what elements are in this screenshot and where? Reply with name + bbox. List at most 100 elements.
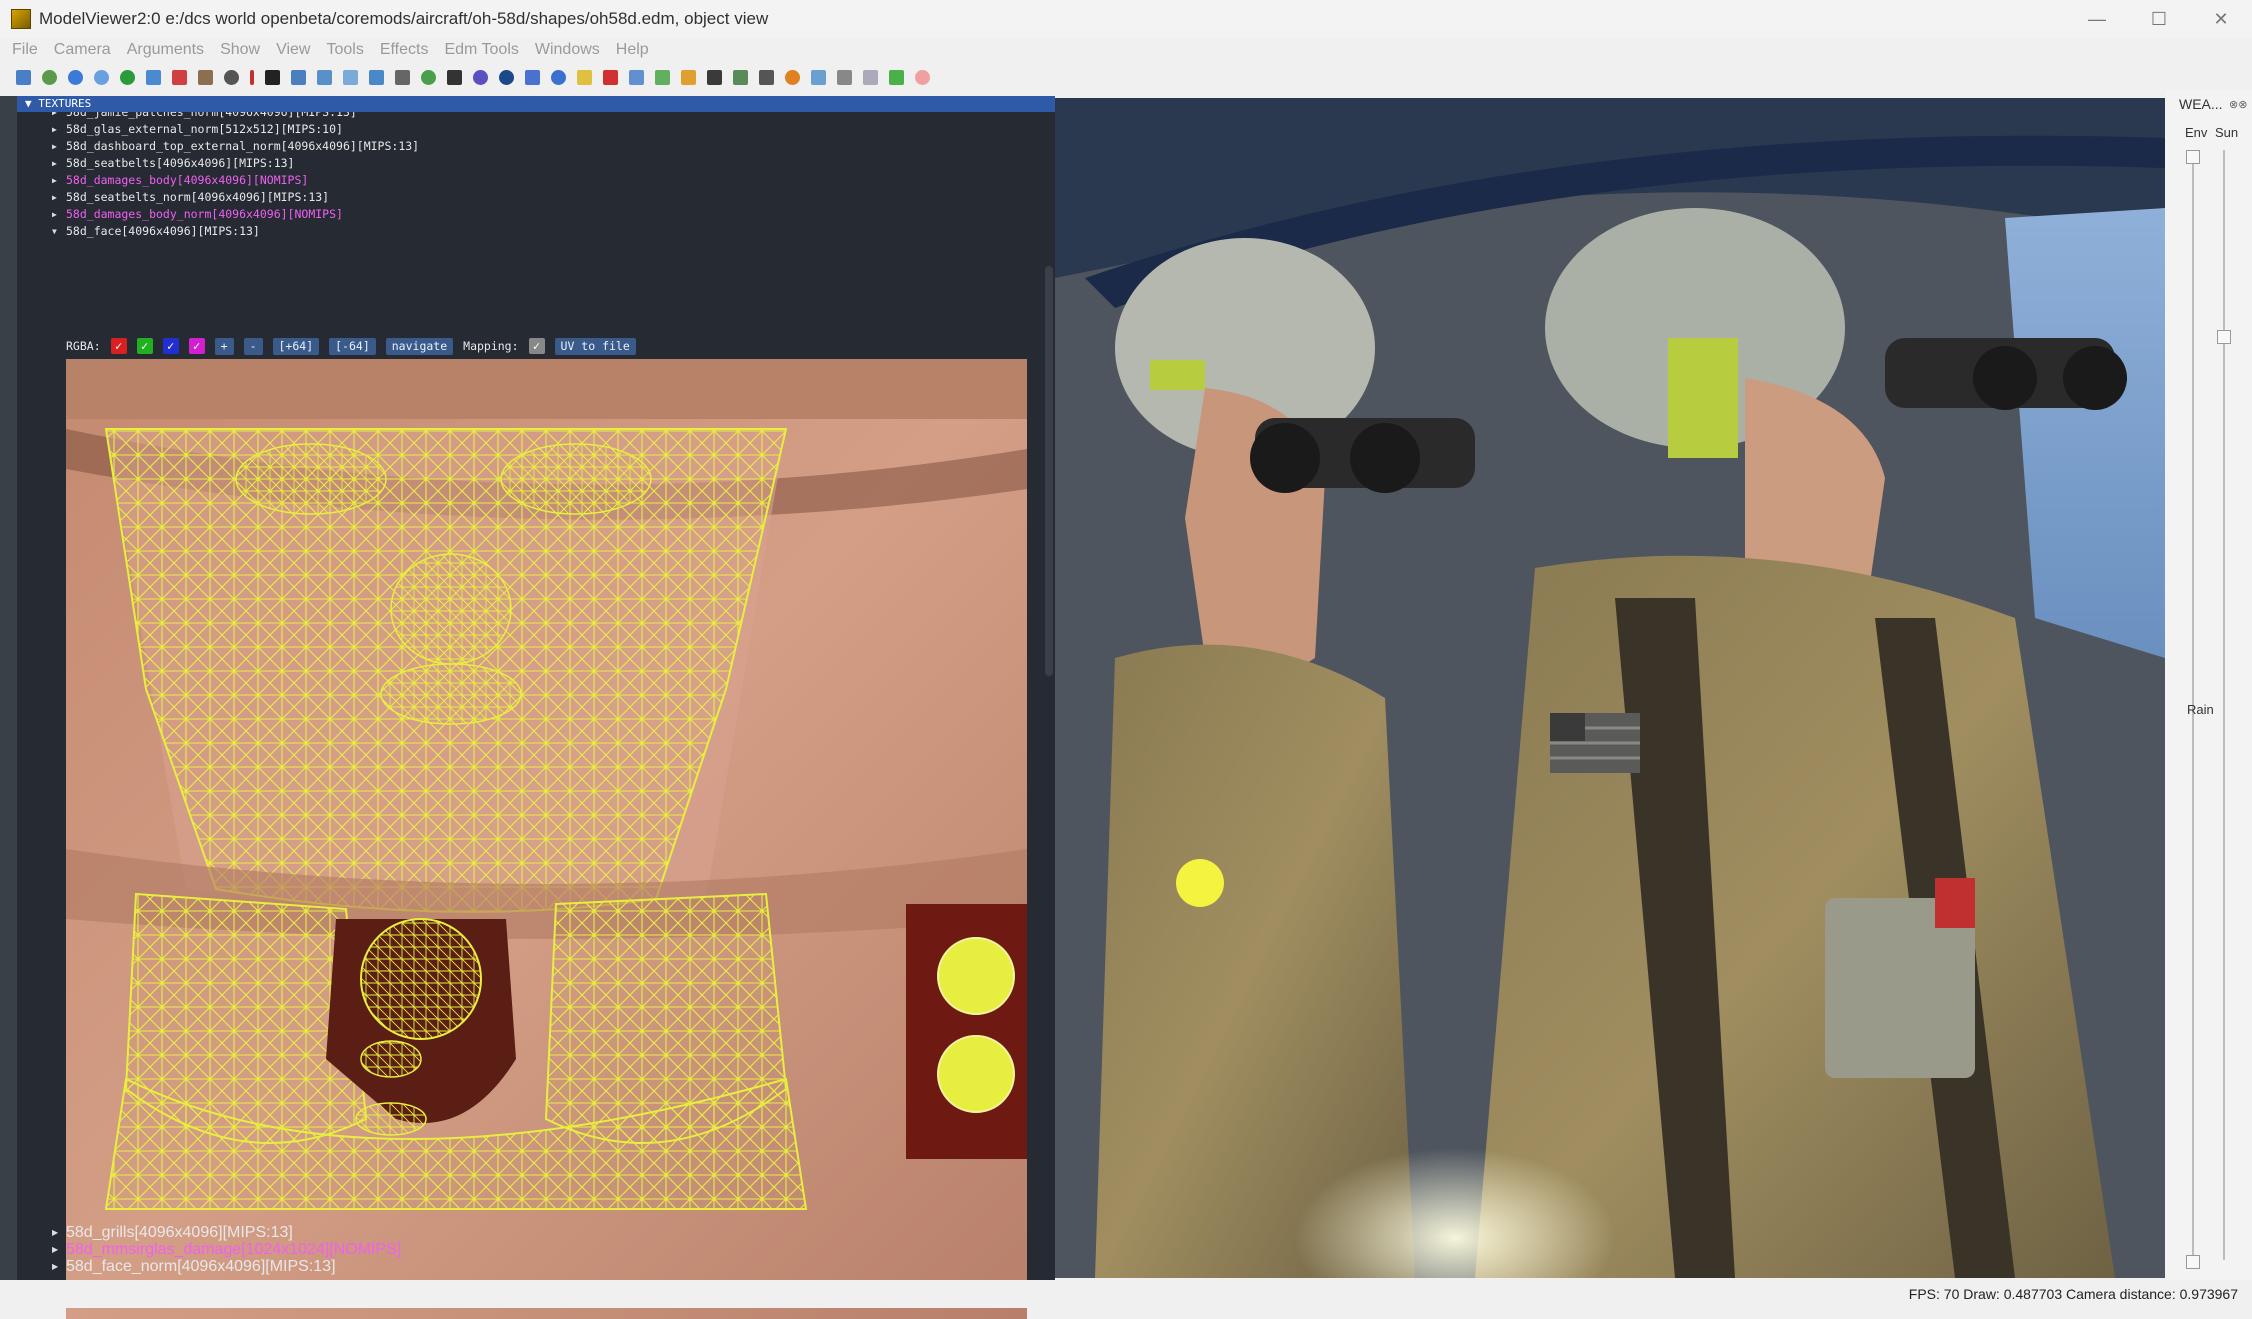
texture-scrollbar[interactable] [1045,266,1053,676]
zoom-in-button[interactable]: + [214,337,234,355]
reload-icon[interactable] [42,69,57,85]
texture-item[interactable]: ▶ 58d_glas_external_norm[512x512][MIPS:10… [17,121,1047,138]
dot-icon[interactable] [551,69,566,85]
menu-file[interactable]: File [12,41,38,59]
menu-view[interactable]: View [276,41,310,59]
arrows-icon[interactable] [343,69,358,85]
maximize-button[interactable]: ☐ [2128,0,2190,38]
minimize-button[interactable]: — [2066,0,2128,38]
refresh-icon[interactable] [120,69,135,85]
menu-edm-tools[interactable]: Edm Tools [444,41,518,59]
texture-item[interactable]: ▶ 58d_grills[4096x4096][MIPS:13] [17,1224,1055,1241]
texture-item[interactable]: ▶ 58d_damages_body[4096x4096][NOMIPS] [17,172,1047,189]
weather-panel: WEA... ⊗⊗ Env Sun Rain [2165,90,2252,1280]
texture-tree-bottom: ▶ 58d_grills[4096x4096][MIPS:13] ▶ 58d_mms… [17,1224,1055,1275]
texture-item-expanded[interactable]: ▼ 58d_face[4096x4096][MIPS:13] [17,223,1047,240]
pin-icon[interactable] [707,69,722,85]
car-icon[interactable] [759,69,774,85]
cockpit-render [1055,98,2165,1278]
menu-effects[interactable]: Effects [380,41,429,59]
speaker-icon[interactable] [369,69,384,85]
yellow-cube-icon[interactable] [577,69,592,85]
rgba-label: RGBA: [66,339,101,353]
weather-title: WEA... [2179,96,2223,112]
navigate-button[interactable]: navigate [385,337,454,355]
menu-camera[interactable]: Camera [54,41,111,59]
blue-cube-icon[interactable] [629,69,644,85]
grid-icon[interactable] [265,69,280,85]
env-label: Env [2185,125,2208,140]
sun-slider-thumb[interactable] [2217,330,2231,344]
green-icon[interactable] [655,69,670,85]
grid-green-icon[interactable] [889,69,904,85]
blue-channel-checkbox[interactable]: ✓ [162,338,179,354]
menu-tools[interactable]: Tools [326,41,363,59]
alpha-channel-checkbox[interactable]: ✓ [188,338,205,354]
uv-to-file-button[interactable]: UV to file [554,337,636,355]
palette-icon[interactable] [421,69,436,85]
mapping-label: Mapping: [463,339,519,353]
texture-item[interactable]: ▶ 58d_damages_body_norm[4096x4096][NOMIPS… [17,206,1047,223]
marker-icon[interactable] [250,69,254,85]
status-bar: FPS: 70 Draw: 0.487703 Camera distance: … [0,1280,2252,1308]
lamp-icon[interactable] [317,69,332,85]
app-icon [11,9,31,29]
minus64-button[interactable]: [-64] [329,337,376,355]
record-icon[interactable] [499,69,514,85]
bar-chart-icon[interactable] [525,69,540,85]
menu-windows[interactable]: Windows [535,41,600,59]
camera-icon[interactable] [395,69,410,85]
3d-viewport[interactable] [1055,98,2165,1278]
screenshot-icon[interactable] [146,69,161,85]
texture-item[interactable]: ▶ 58d_face_norm[4096x4096][MIPS:13] [17,1258,1055,1275]
network-icon[interactable] [811,69,826,85]
close-button[interactable]: ✕ [2190,0,2252,38]
title-bar: ModelViewer2:0 e:/dcs world openbeta/cor… [0,0,2252,38]
box-icon[interactable] [198,69,213,85]
tree-icon[interactable] [291,69,306,85]
figure-icon[interactable] [172,69,187,85]
menu-show[interactable]: Show [220,41,260,59]
chart-icon[interactable] [681,69,696,85]
rain-label: Rain [2187,702,2214,717]
sun-slider-track[interactable] [2223,150,2225,1260]
open-file-icon[interactable] [16,69,31,85]
textures-section-header[interactable]: ▼ TEXTURES [17,96,1055,112]
texture-item[interactable]: ▶ 58d_seatbelts[4096x4096][MIPS:13] [17,155,1047,172]
textures-panel: ▶ 58d_jamie_patches_norm[4096x4096][MIPS:… [0,96,1055,1319]
plus64-button[interactable]: [+64] [272,337,320,355]
texture-tree-top: ▶ 58d_jamie_patches_norm[4096x4096][MIPS:… [17,104,1047,240]
side-strip [0,96,17,1280]
green-channel-checkbox[interactable]: ✓ [136,338,153,354]
monitor-icon[interactable] [447,69,462,85]
weather-close-icon[interactable]: ⊗⊗ [2229,98,2247,111]
uv-wireframe [66,359,1027,1319]
texture-item[interactable]: ▶ 58d_seatbelts_norm[4096x4096][MIPS:13] [17,189,1047,206]
undo-icon[interactable] [473,69,488,85]
sun-icon[interactable] [785,69,800,85]
red-cube-icon[interactable] [603,69,618,85]
red-channel-checkbox[interactable]: ✓ [110,338,127,354]
mapping-checkbox[interactable]: ✓ [528,338,545,354]
toolbar [0,64,2252,90]
window-icon[interactable] [837,69,852,85]
texture-item[interactable]: ▶ 58d_dashboard_top_external_norm[4096x40… [17,138,1047,155]
rain-slider-thumb[interactable] [2186,1255,2200,1269]
orbit-icon[interactable] [94,69,109,85]
bulb-icon[interactable] [224,69,239,85]
rgba-controls: RGBA: ✓ ✓ ✓ ✓ + - [+64] [-64] navigate M… [66,337,636,355]
menu-help[interactable]: Help [616,41,649,59]
bottle-icon[interactable] [733,69,748,85]
uv-texture-preview[interactable] [66,359,1027,1319]
stop-icon[interactable] [915,69,930,85]
env-slider-thumb[interactable] [2186,150,2200,164]
texture-item[interactable]: ▶ 58d_mmsirglas_damage[1024x1024][NOMIPS] [17,1241,1055,1258]
sphere-icon[interactable] [68,69,83,85]
sun-label: Sun [2215,125,2239,140]
table-icon[interactable] [863,69,878,85]
window-title: ModelViewer2:0 e:/dcs world openbeta/cor… [39,9,769,28]
menu-bar: File Camera Arguments Show View Tools Ef… [0,38,2252,62]
menu-arguments[interactable]: Arguments [127,41,204,59]
zoom-out-button[interactable]: - [243,337,263,355]
status-text: FPS: 70 Draw: 0.487703 Camera distance: … [1908,1286,2238,1302]
